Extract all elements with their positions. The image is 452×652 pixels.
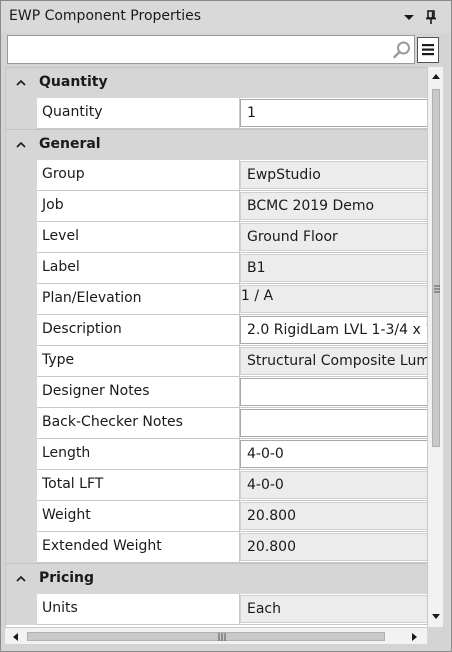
property-row-extended-weight: Extended Weight 20.800 [6, 532, 427, 563]
search-icon[interactable] [392, 40, 412, 60]
collapse-caret-icon[interactable] [16, 574, 26, 584]
property-name: Label [37, 253, 240, 284]
property-row-designer-notes: Designer Notes [6, 377, 427, 408]
back-checker-notes-field[interactable] [240, 409, 427, 437]
designer-notes-field[interactable] [240, 378, 427, 406]
vertical-scroll-thumb[interactable] [432, 89, 440, 447]
property-row-level: Level Ground Floor [6, 222, 427, 253]
scroll-corner [427, 627, 443, 644]
category-general[interactable]: General [6, 129, 427, 160]
category-label: Pricing [39, 570, 95, 586]
scroll-left-icon[interactable] [11, 632, 19, 642]
property-name: Level [37, 222, 240, 253]
extended-weight-field[interactable]: 20.800 [240, 533, 427, 561]
panel-titlebar: EWP Component Properties [1, 1, 451, 33]
collapse-caret-icon[interactable] [16, 78, 26, 88]
property-row-units: Units Each [6, 594, 427, 625]
description-field[interactable]: 2.0 RigidLam LVL 1-3/4 x 11 [240, 316, 427, 344]
property-name: Quantity [37, 98, 240, 129]
property-row-description: Description 2.0 RigidLam LVL 1-3/4 x 11 [6, 315, 427, 346]
property-row-back-checker-notes: Back-Checker Notes [6, 408, 427, 439]
property-name: Length [37, 439, 240, 470]
scroll-right-icon[interactable] [411, 632, 419, 642]
category-pricing[interactable]: Pricing [6, 563, 427, 594]
property-row-job: Job BCMC 2019 Demo [6, 191, 427, 222]
group-field[interactable]: EwpStudio [240, 161, 427, 189]
property-name: Units [37, 594, 240, 625]
type-field[interactable]: Structural Composite Lumber [240, 347, 427, 375]
pin-icon[interactable] [422, 8, 440, 26]
property-name: Back-Checker Notes [37, 408, 240, 439]
vertical-scrollbar[interactable] [427, 67, 443, 627]
job-field[interactable]: BCMC 2019 Demo [240, 192, 427, 220]
property-row-label: Label B1 [6, 253, 427, 284]
property-row-plan-elevation: Plan/Elevation 1 / A [6, 284, 427, 315]
level-field[interactable]: Ground Floor [240, 223, 427, 251]
chevron-down-icon[interactable] [401, 9, 417, 25]
horizontal-scroll-thumb[interactable] [27, 632, 385, 641]
property-row-weight: Weight 20.800 [6, 501, 427, 532]
search-input[interactable] [12, 39, 384, 60]
quantity-field[interactable]: 1 [240, 99, 427, 127]
property-row-group: Group EwpStudio [6, 160, 427, 191]
property-name: Description [37, 315, 240, 346]
scroll-up-icon[interactable] [431, 72, 441, 80]
property-name: Total LFT [37, 470, 240, 501]
property-name: Plan/Elevation [37, 284, 240, 315]
grip-icon [218, 633, 226, 641]
panel-title: EWP Component Properties [9, 8, 202, 24]
weight-field[interactable]: 20.800 [240, 502, 427, 530]
property-row-length: Length 4-0-0 [6, 439, 427, 470]
property-grid: Quantity Quantity 1 General Group EwpStu… [5, 67, 427, 627]
menu-icon [422, 44, 434, 56]
units-field[interactable]: Each [240, 595, 427, 623]
property-name: Weight [37, 501, 240, 532]
total-lft-field[interactable]: 4-0-0 [240, 471, 427, 499]
property-name: Extended Weight [37, 532, 240, 563]
length-field[interactable]: 4-0-0 [240, 440, 427, 468]
category-label: Quantity [39, 74, 108, 90]
category-label: General [39, 136, 101, 152]
plan-elevation-field[interactable]: 1 / A [240, 285, 427, 313]
menu-button[interactable] [417, 37, 439, 63]
property-row-type: Type Structural Composite Lumber [6, 346, 427, 377]
property-name: Group [37, 160, 240, 191]
property-row-total-lft: Total LFT 4-0-0 [6, 470, 427, 501]
scroll-down-icon[interactable] [431, 613, 441, 621]
property-row-quantity: Quantity 1 [6, 98, 427, 129]
grip-icon [434, 285, 440, 293]
horizontal-scrollbar[interactable] [5, 627, 427, 644]
property-name: Job [37, 191, 240, 222]
property-name: Type [37, 346, 240, 377]
properties-panel: EWP Component Properties Quantity Quanti… [0, 0, 452, 652]
category-quantity[interactable]: Quantity [6, 67, 427, 98]
collapse-caret-icon[interactable] [16, 140, 26, 150]
label-field[interactable]: B1 [240, 254, 427, 282]
search-box [7, 35, 415, 64]
property-name: Designer Notes [37, 377, 240, 408]
